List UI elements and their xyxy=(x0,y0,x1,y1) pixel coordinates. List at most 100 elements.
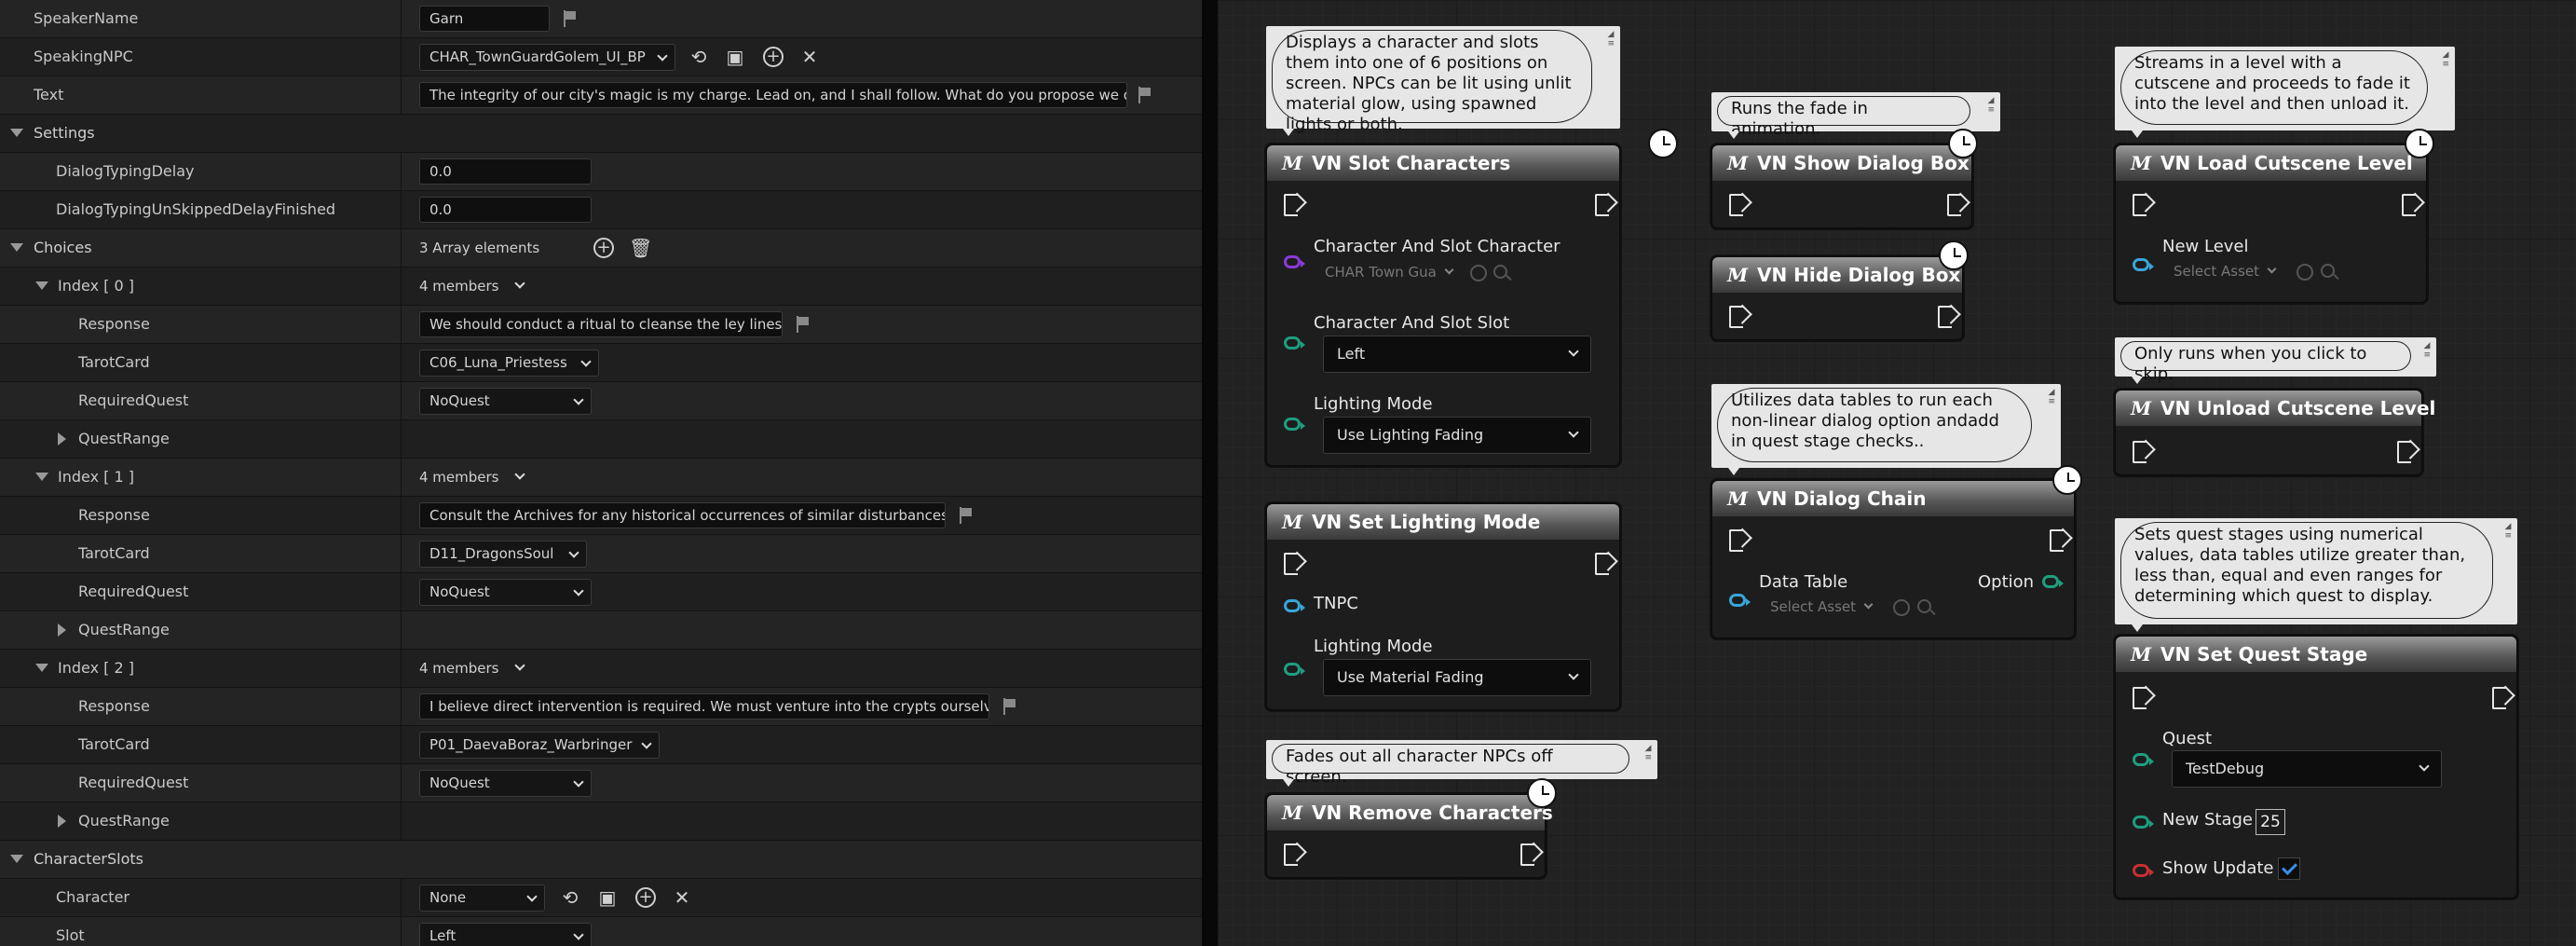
row-quest-range[interactable]: QuestRange xyxy=(0,611,1202,650)
collapse-arrow-icon[interactable] xyxy=(35,664,48,672)
node-unload-cutscene-level[interactable]: M VN Unload Cutscene Level xyxy=(2115,390,2435,475)
search-icon[interactable] xyxy=(2321,264,2335,278)
expand-arrow-icon[interactable] xyxy=(58,432,66,446)
tarot-dropdown[interactable]: P01_DaevaBoraz_Warbringer xyxy=(419,732,660,759)
comment-load-cutscene[interactable]: Streams in a level with a cutscene and p… xyxy=(2115,47,2455,138)
choice-index-0[interactable]: Index [ 0 ] 4 members xyxy=(0,267,1202,306)
comment-unload-cutscene[interactable]: Only runs when you click to skip. ◢ ≡ xyxy=(2115,337,2436,384)
asset-picker[interactable]: CHAR Town Gua xyxy=(1325,264,1454,281)
exec-in-pin[interactable] xyxy=(1284,553,1299,575)
flag-icon[interactable] xyxy=(797,316,810,333)
row-quest-range[interactable]: QuestRange xyxy=(0,802,1202,841)
add-element-icon[interactable]: + xyxy=(593,238,614,258)
exec-in-pin[interactable] xyxy=(1284,194,1299,216)
node-slot-characters[interactable]: M VN Slot Characters Character And Slot C… xyxy=(1266,144,1620,466)
speaking-npc-dropdown[interactable]: CHAR_TownGuardGolem_UI_BP xyxy=(419,44,675,71)
use-selected-icon[interactable] xyxy=(2297,264,2313,281)
collapse-arrow-icon[interactable] xyxy=(10,855,23,863)
flag-icon[interactable] xyxy=(1003,698,1016,715)
exec-in-pin[interactable] xyxy=(1729,194,1744,216)
browse-back-icon[interactable]: ⟲ xyxy=(559,886,581,909)
search-icon[interactable] xyxy=(1493,265,1507,279)
choice-index-2[interactable]: Index [ 2 ] 4 members xyxy=(0,650,1202,688)
add-icon[interactable]: + xyxy=(763,47,784,67)
category-settings[interactable]: Settings xyxy=(0,115,1202,153)
folder-search-icon[interactable]: ▣ xyxy=(724,46,746,68)
collapse-arrow-icon[interactable] xyxy=(35,281,48,290)
members-dropdown[interactable]: 4 members xyxy=(419,459,525,496)
exec-out-pin[interactable] xyxy=(1595,194,1610,216)
exec-out-pin[interactable] xyxy=(1947,194,1962,216)
exec-out-pin[interactable] xyxy=(1520,843,1535,866)
category-choices[interactable]: Choices 3 Array elements + 🗑 xyxy=(0,229,1202,267)
node-load-cutscene-level[interactable]: M VN Load Cutscene Level New Level Select… xyxy=(2115,144,2427,303)
category-character-slots[interactable]: CharacterSlots xyxy=(0,841,1202,879)
comment-remove-characters[interactable]: Fades out all character NPCs off screen.… xyxy=(1266,740,1657,787)
text-input[interactable]: The integrity of our city's magic is my … xyxy=(419,82,1127,108)
comment-slot-characters[interactable]: Displays a character and slots them into… xyxy=(1266,26,1620,136)
flag-icon[interactable] xyxy=(564,10,577,27)
exec-out-pin[interactable] xyxy=(2397,441,2412,463)
typing-unskipped-input[interactable]: 0.0 xyxy=(419,197,592,223)
lighting-pin[interactable] xyxy=(1284,663,1305,676)
node-hide-dialog-box[interactable]: M VN Hide Dialog Box xyxy=(1711,256,1963,340)
new-stage-input[interactable]: 25 xyxy=(2256,809,2285,835)
exec-in-pin[interactable] xyxy=(1284,843,1299,866)
show-update-checkbox[interactable] xyxy=(2278,857,2300,880)
collapse-arrow-icon[interactable] xyxy=(10,129,23,137)
browse-back-icon[interactable]: ⟲ xyxy=(688,46,710,68)
node-set-lighting-mode[interactable]: M VN Set Lighting Mode TNPC Lighting Mode… xyxy=(1266,503,1620,710)
collapse-arrow-icon[interactable] xyxy=(35,473,48,481)
lighting-dropdown[interactable]: Use Material Fading xyxy=(1323,659,1591,696)
character-pin[interactable] xyxy=(1284,255,1305,268)
flag-icon[interactable] xyxy=(1138,87,1152,103)
panel-splitter[interactable] xyxy=(1202,0,1218,946)
tarot-dropdown[interactable]: C06_Luna_Priestess xyxy=(419,350,599,377)
comment-show-dialog[interactable]: Runs the fade in animation. ◢ ≡ xyxy=(1711,92,2000,139)
exec-in-pin[interactable] xyxy=(2133,194,2147,216)
exec-out-pin[interactable] xyxy=(1938,306,1953,328)
tarot-dropdown[interactable]: D11_DragonsSoul xyxy=(419,541,587,568)
exec-in-pin[interactable] xyxy=(1729,306,1744,328)
quest-dropdown[interactable]: NoQuest xyxy=(419,770,592,797)
show-update-pin[interactable] xyxy=(2133,864,2154,877)
quest-pin[interactable] xyxy=(2133,753,2154,766)
members-dropdown[interactable]: 4 members xyxy=(419,267,525,305)
exec-in-pin[interactable] xyxy=(2133,441,2147,463)
exec-in-pin[interactable] xyxy=(1729,529,1744,552)
trash-icon[interactable]: 🗑 xyxy=(629,237,652,259)
option-pin[interactable] xyxy=(2042,575,2064,588)
blueprint-graph[interactable]: Displays a character and slots them into… xyxy=(1218,0,2576,946)
use-selected-icon[interactable] xyxy=(1893,599,1910,616)
character-dropdown[interactable]: None xyxy=(419,884,545,912)
typing-delay-input[interactable]: 0.0 xyxy=(419,158,592,185)
clear-icon[interactable]: ✕ xyxy=(671,886,693,909)
members-dropdown[interactable]: 4 members xyxy=(419,650,525,687)
node-show-dialog-box[interactable]: M VN Show Dialog Box xyxy=(1711,144,1972,228)
response-input[interactable]: Consult the Archives for any historical … xyxy=(419,502,946,528)
quest-dropdown[interactable]: NoQuest xyxy=(419,579,592,606)
comment-dialog-chain[interactable]: Utilizes data tables to run each non-lin… xyxy=(1711,384,2061,475)
choice-index-1[interactable]: Index [ 1 ] 4 members xyxy=(0,459,1202,497)
quest-dropdown[interactable]: TestDebug xyxy=(2172,750,2442,788)
response-input[interactable]: We should conduct a ritual to cleanse th… xyxy=(419,311,783,337)
exec-out-pin[interactable] xyxy=(2050,529,2065,552)
exec-in-pin[interactable] xyxy=(2133,687,2147,709)
lighting-pin[interactable] xyxy=(1284,418,1305,431)
search-icon[interactable] xyxy=(1917,599,1931,613)
flag-icon[interactable] xyxy=(960,507,973,524)
use-selected-icon[interactable] xyxy=(1470,265,1487,281)
new-stage-pin[interactable] xyxy=(2133,816,2154,829)
slot-dropdown[interactable]: Left xyxy=(1323,336,1591,373)
slot-dropdown[interactable]: Left xyxy=(419,923,592,946)
response-input[interactable]: I believe direct intervention is require… xyxy=(419,693,989,720)
speaker-name-input[interactable]: Garn xyxy=(419,6,550,32)
folder-search-icon[interactable]: ▣ xyxy=(596,886,619,909)
tnpc-pin[interactable] xyxy=(1284,599,1305,612)
lighting-dropdown[interactable]: Use Lighting Fading xyxy=(1323,417,1591,454)
comment-quest-stage[interactable]: Sets quest stages using numerical values… xyxy=(2115,518,2517,632)
data-table-pin[interactable] xyxy=(1729,594,1751,607)
exec-out-pin[interactable] xyxy=(2402,194,2417,216)
collapse-arrow-icon[interactable] xyxy=(10,243,23,252)
new-level-pin[interactable] xyxy=(2133,258,2154,271)
